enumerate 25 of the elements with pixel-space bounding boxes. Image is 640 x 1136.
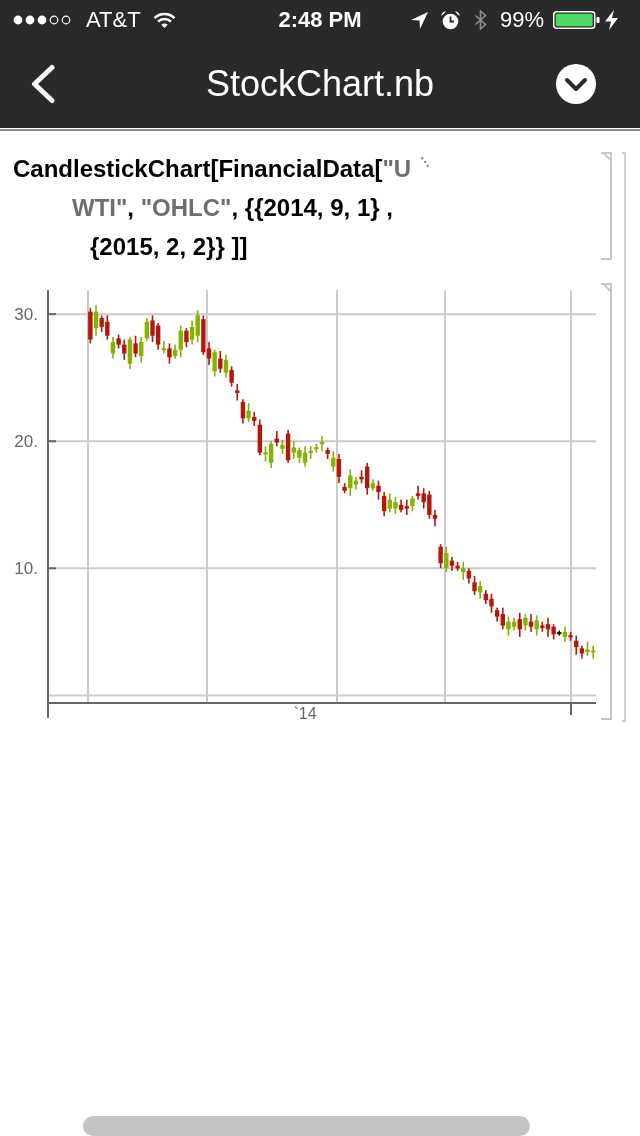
code-line: WTI", "OHLC", {{2014, 9, 1} ,: [72, 194, 393, 221]
battery-icon: [553, 11, 600, 29]
y-tick-label: 20.: [14, 432, 38, 452]
location-arrow-icon: [410, 11, 428, 29]
alarm-clock-icon: [440, 10, 460, 30]
carrier-name: AT&T: [86, 7, 141, 33]
cell-bracket[interactable]: [600, 152, 612, 260]
bluetooth-icon: [473, 10, 487, 30]
x-category-label: `14: [293, 705, 317, 722]
group-bracket[interactable]: [622, 152, 626, 722]
back-button[interactable]: [30, 64, 56, 104]
signal-strength-icon: [13, 15, 71, 25]
battery-percentage: 99%: [499, 7, 544, 33]
y-tick-label: 10.: [14, 559, 38, 579]
cell-bracket[interactable]: [600, 283, 612, 720]
notebook-title: StockChart.nb: [205, 63, 435, 105]
charging-bolt-icon: [605, 10, 618, 30]
dropdown-button[interactable]: [556, 64, 596, 104]
circled-chevron-down-icon: [556, 64, 596, 104]
y-tick-label: 30.: [14, 305, 38, 325]
chevron-left-icon: [30, 64, 56, 104]
wifi-icon: [151, 11, 177, 29]
code-line: {2015, 2, 2}} ]]: [90, 233, 248, 260]
status-time: 2:48 PM: [278, 7, 362, 33]
code-line: CandlestickChart[FinancialData["U: [13, 155, 412, 182]
